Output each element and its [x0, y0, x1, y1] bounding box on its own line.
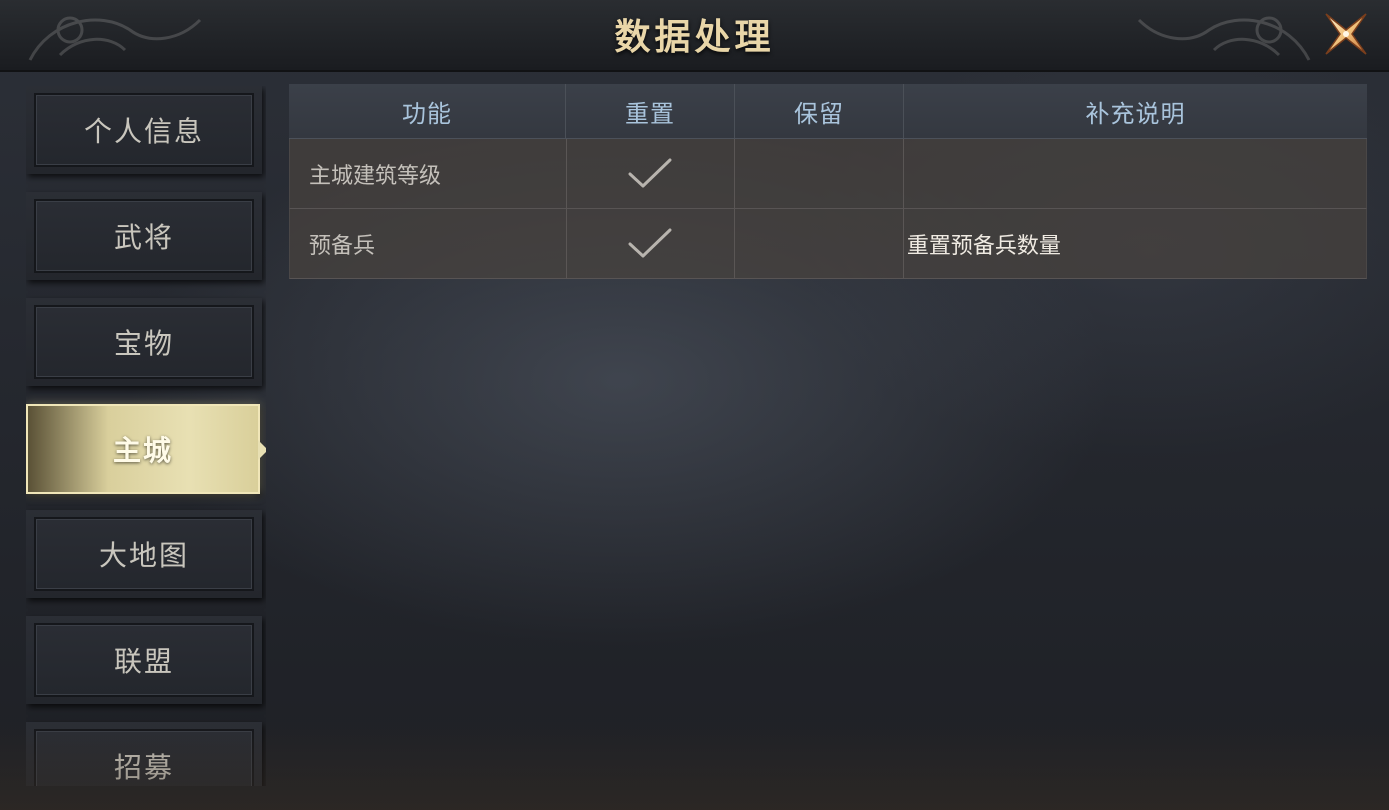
sidebar-item-label: 联盟 [113, 645, 174, 678]
column-header-reset: 重置 [566, 84, 735, 138]
sidebar-item-label: 武将 [113, 221, 174, 254]
app-window: 数据处理 个人信息 武将 宝物 主城 大地图 联盟 招募 功能 重置 保留 补充… [0, 0, 1389, 810]
table-row: 主城建筑等级 [289, 139, 1367, 209]
category-sidebar: 个人信息 武将 宝物 主城 大地图 联盟 招募 [26, 86, 266, 786]
sidebar-item-personal-info[interactable]: 个人信息 [26, 86, 262, 174]
page-title: 数据处理 [614, 17, 775, 58]
column-header-function: 功能 [289, 84, 566, 138]
cell-function: 主城建筑等级 [290, 139, 567, 208]
column-header-keep: 保留 [735, 84, 904, 138]
checkmark-icon [628, 158, 672, 187]
sidebar-item-label: 宝物 [113, 327, 174, 360]
sidebar-item-world-map[interactable]: 大地图 [26, 510, 262, 598]
sidebar-item-label: 招募 [113, 751, 174, 784]
close-button[interactable] [1320, 10, 1372, 58]
cell-function: 预备兵 [290, 209, 567, 278]
close-x-icon [1325, 13, 1367, 55]
cell-keep [735, 209, 904, 278]
title-bar: 数据处理 [0, 0, 1389, 72]
sidebar-item-main-city[interactable]: 主城 [26, 404, 266, 494]
sidebar-item-generals[interactable]: 武将 [26, 192, 262, 280]
sidebar-item-treasures[interactable]: 宝物 [26, 298, 262, 386]
cell-keep [735, 139, 904, 208]
cell-note [904, 139, 1366, 208]
data-table: 功能 重置 保留 补充说明 主城建筑等级 预备兵 重置预备兵数量 [289, 84, 1367, 279]
checkmark-icon [628, 228, 672, 257]
sidebar-item-label: 个人信息 [83, 115, 204, 148]
sidebar-item-label: 大地图 [98, 539, 189, 572]
selection-pointer-icon [258, 440, 266, 460]
cell-note: 重置预备兵数量 [906, 233, 1061, 259]
table-row: 预备兵 重置预备兵数量 [289, 209, 1367, 279]
column-header-note: 补充说明 [1085, 99, 1186, 128]
table-header: 功能 重置 保留 补充说明 [289, 84, 1367, 139]
sidebar-item-recruit[interactable]: 招募 [26, 722, 262, 786]
sidebar-item-alliance[interactable]: 联盟 [26, 616, 262, 704]
sidebar-item-label: 主城 [112, 434, 173, 467]
cell-reset [567, 139, 736, 208]
cell-reset [567, 209, 736, 278]
